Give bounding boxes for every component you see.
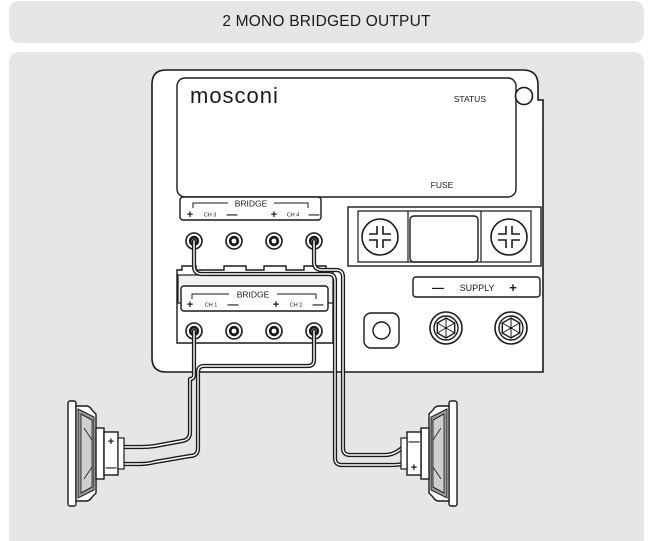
fuse-label: FUSE [431,180,454,190]
wiring-diagram: mosconi STATUS FUSE BRIDGE + CH 3 — + CH… [67,69,544,507]
bridge-bottom-plus-right: + [273,299,279,311]
bridge-top-ch-left: CH 3 [204,213,217,219]
bridge-top-minus-right: — [309,209,320,221]
fuse-screw-left-icon [361,218,399,256]
fuse-icon [409,215,479,263]
speaker-left-plus: + [108,436,114,448]
bridge-top-plus-right: + [271,209,277,221]
fuse-screw-right-icon [490,218,528,256]
status-led-icon [514,86,534,106]
bridge-top-minus-left: — [227,209,238,221]
bridge-bottom-minus-right: — [313,299,324,311]
bridge-top-plus-left: + [187,209,193,221]
terminal-ch4-plus [265,232,283,250]
supply-label: SUPPLY [460,283,495,293]
bridge-bottom-ch-left: CH 1 [205,303,218,309]
supply-plus: + [509,280,517,295]
bridge-label-bottom: BRIDGE [237,290,270,300]
terminal-ch3-minus [225,232,243,250]
status-label: STATUS [454,94,487,104]
bridge-bottom-plus-left: + [187,299,193,311]
diagram-title: 2 MONO BRIDGED OUTPUT [222,13,431,30]
bridge-label-top: BRIDGE [235,199,268,209]
bridge-bottom-minus-left: — [228,299,239,311]
speaker-right-plus: + [411,462,417,474]
supply-minus: — [432,281,444,295]
bridge-bottom-ch-right: CH 2 [290,303,303,309]
terminal-ch1-minus [225,322,243,340]
diagram-panel: mosconi STATUS FUSE BRIDGE + CH 3 — + CH… [9,52,644,541]
speaker-right-minus: — [409,436,420,448]
power-terminal-plus-icon [494,311,528,345]
brand-logo: mosconi [190,83,279,108]
terminal-ch2-plus [265,322,283,340]
speaker-right: — + [400,400,458,507]
speaker-left-minus: — [106,462,117,474]
speaker-left: + — [67,400,125,507]
title-bar: 2 MONO BRIDGED OUTPUT [9,1,644,43]
bridge-top-ch-right: CH 4 [287,213,300,219]
bridge-module-bottom: BRIDGE + CH 1 — + CH 2 — [176,265,334,344]
power-terminal-minus-icon [429,311,463,345]
